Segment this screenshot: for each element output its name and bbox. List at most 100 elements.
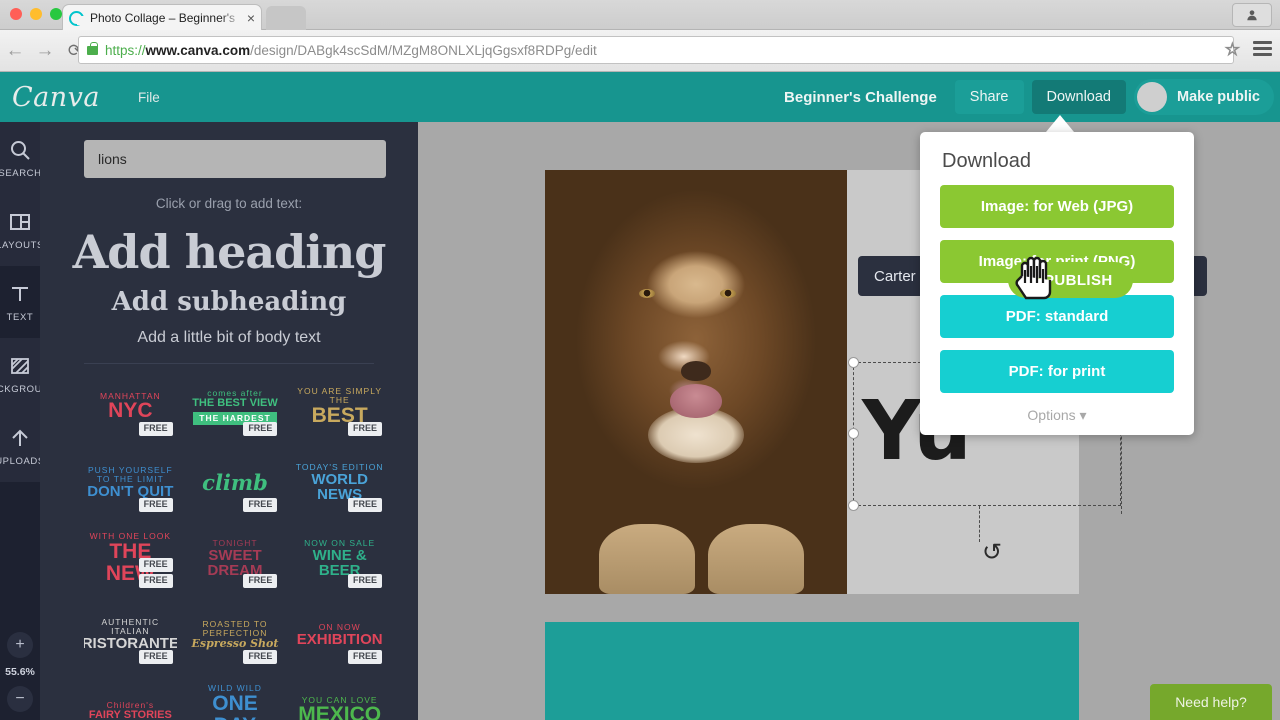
sidebar-item-search[interactable]: SEARCH [0, 122, 42, 194]
bookmark-star-icon[interactable]: ☆ [1224, 41, 1240, 59]
text-template-thumb[interactable]: NOW ON SALE WINE & BEER FREE [293, 526, 386, 592]
template-subtitle: ROASTED TO PERFECTION [202, 619, 268, 639]
text-template-thumb[interactable]: climb FREE [189, 450, 282, 516]
download-popup-title: Download [942, 150, 1031, 172]
text-template-thumb[interactable]: WITH ONE LOOK THE NEW FREE FREE [84, 526, 177, 592]
text-template-thumb[interactable]: WILD WILDONE DAYFREE [189, 678, 282, 720]
free-badge: FREE [243, 497, 278, 512]
canva-editor-screen: Photo Collage – Beginner's × ← → ⟳ https… [0, 0, 1280, 720]
maximize-window-button[interactable] [50, 8, 62, 20]
text-template-thumb[interactable]: YOU CAN LOVEMEXICOFREE [293, 678, 386, 720]
sidebar-item-layouts[interactable]: LAYOUTS [0, 194, 43, 266]
text-template-thumb[interactable]: Children'sFAIRY STORIESFREE [84, 678, 177, 720]
search-input[interactable]: lions [84, 140, 386, 178]
text-template-thumb[interactable]: MANHATTAN NYC FREE [84, 374, 177, 440]
lion-tongue [670, 384, 722, 419]
template-title: Espresso Shot [191, 637, 279, 651]
left-tool-rail: SEARCH LAYOUTS TEXT BACKGROUND UPLOADS [0, 122, 56, 720]
template-title: FAIRY STORIES [88, 708, 172, 720]
template-title: NYC [108, 399, 153, 423]
share-button[interactable]: Share [954, 80, 1024, 114]
zoom-level-value: 55.6% [5, 666, 35, 678]
download-options-label: Options [1027, 407, 1076, 423]
browser-nav-bar: ← → ⟳ https://www.canva.com/design/DABgk… [0, 30, 1280, 72]
sidebar-label-search: SEARCH [0, 167, 42, 179]
selection-guide-vertical [979, 506, 980, 542]
close-window-button[interactable] [10, 8, 22, 20]
free-badge: FREE [347, 497, 382, 512]
zoom-in-button[interactable]: + [7, 632, 33, 658]
tab-title: Photo Collage – Beginner's [90, 11, 236, 25]
address-bar[interactable]: https://www.canva.com/design/DABgk4scSdM… [78, 36, 1234, 64]
make-public-label: Make public [1177, 89, 1260, 105]
window-traffic-lights [10, 8, 62, 20]
free-badge: FREE [243, 421, 278, 436]
free-badge: FREE [347, 421, 382, 436]
free-badge: FREE [138, 421, 173, 436]
canva-logo[interactable]: Canva [12, 82, 100, 113]
close-tab-icon[interactable]: × [247, 11, 255, 25]
zoom-out-button[interactable]: − [7, 686, 33, 712]
free-badge: FREE [347, 649, 382, 664]
download-button[interactable]: Download [1031, 80, 1126, 114]
forward-arrow-icon[interactable]: → [30, 40, 60, 62]
download-option-image-web-jpg[interactable]: Image: for Web (JPG) [940, 185, 1174, 228]
hand-cursor [1015, 256, 1052, 300]
add-body-text-item[interactable]: Add a little bit of body text [40, 329, 418, 347]
browser-menu-icon[interactable] [1253, 41, 1272, 56]
text-template-thumb[interactable]: TODAY'S EDITION WORLD NEWS FREE [293, 450, 386, 516]
need-help-button[interactable]: Need help? [1150, 684, 1272, 720]
download-option-pdf-standard[interactable]: PDF: standard [940, 295, 1174, 338]
download-option-pdf-for-print[interactable]: PDF: for print [940, 350, 1174, 393]
text-template-thumb[interactable]: AUTHENTIC ITALIAN RISTORANTE FREE [84, 602, 177, 668]
document-title[interactable]: Beginner's Challenge [784, 89, 937, 106]
lion-nose [681, 360, 711, 381]
file-menu[interactable]: File [138, 90, 160, 105]
canva-top-bar: Canva File Beginner's Challenge Share Do… [0, 72, 1280, 122]
lock-icon [87, 41, 98, 55]
text-icon [8, 282, 32, 306]
search-input-value: lions [98, 151, 127, 167]
template-title: climb [202, 469, 268, 495]
add-heading-item[interactable]: Add heading [40, 225, 418, 279]
upload-icon [8, 426, 32, 450]
text-template-thumb[interactable]: TONIGHT SWEET DREAM FREE [189, 526, 282, 592]
panel-hint: Click or drag to add text: [155, 196, 303, 211]
text-template-thumb[interactable]: ON NOW EXHIBITION FREE [293, 602, 386, 668]
text-template-grid: MANHATTAN NYC FREE comes after THE BEST VIEW… [40, 364, 418, 720]
new-tab-button[interactable] [266, 6, 306, 30]
background-icon [8, 354, 32, 378]
back-arrow-icon[interactable]: ← [0, 40, 30, 62]
layouts-icon [8, 210, 32, 234]
sidebar-item-text[interactable]: TEXT [0, 266, 40, 338]
resize-handle-top-left[interactable] [848, 357, 859, 368]
text-template-thumb[interactable]: comes after THE BEST VIEW THE HARDEST FREE [189, 374, 282, 440]
lion-eye-left [638, 288, 655, 298]
text-template-thumb[interactable]: ROASTED TO PERFECTION Espresso Shot FREE [189, 602, 282, 668]
rotate-handle-icon[interactable]: ↺ [979, 540, 1005, 566]
minimize-window-button[interactable] [30, 8, 42, 20]
url-host: www.canva.com [145, 42, 251, 58]
sidebar-item-uploads[interactable]: UPLOADS [0, 410, 44, 482]
lion-paw-right [708, 524, 805, 594]
make-public-control[interactable]: Make public [1134, 79, 1274, 115]
sidebar-label-text: TEXT [6, 311, 34, 323]
free-badge: FREE [347, 573, 382, 588]
free-badge: FREE [138, 497, 173, 512]
template-title: ONE DAY [212, 692, 258, 720]
download-options-toggle[interactable]: Options ▾ [920, 407, 1194, 424]
browser-profile-button[interactable] [1232, 3, 1272, 27]
canvas-page-2[interactable]: Canva [545, 622, 1079, 720]
resize-handle-mid-left[interactable] [848, 428, 859, 439]
text-template-thumb[interactable]: PUSH YOURSELF TO THE LIMIT DON'T QUIT FREE [84, 450, 177, 516]
url-path: /design/DABgk4scSdM/MZgM8ONLXLjqGgsxf8RD… [250, 42, 597, 58]
add-subheading-item[interactable]: Add subheading [40, 287, 418, 317]
sidebar-item-background[interactable]: BACKGROUND [0, 338, 56, 410]
browser-tab[interactable]: Photo Collage – Beginner's × [62, 4, 262, 31]
search-icon [8, 138, 32, 162]
resize-handle-bottom-left[interactable] [848, 500, 859, 511]
url-scheme: https:// [105, 42, 146, 58]
lion-photo[interactable] [545, 170, 847, 594]
chevron-down-icon: ▾ [1079, 407, 1087, 423]
text-template-thumb[interactable]: YOU ARE SIMPLY THE BEST FREE [293, 374, 386, 440]
